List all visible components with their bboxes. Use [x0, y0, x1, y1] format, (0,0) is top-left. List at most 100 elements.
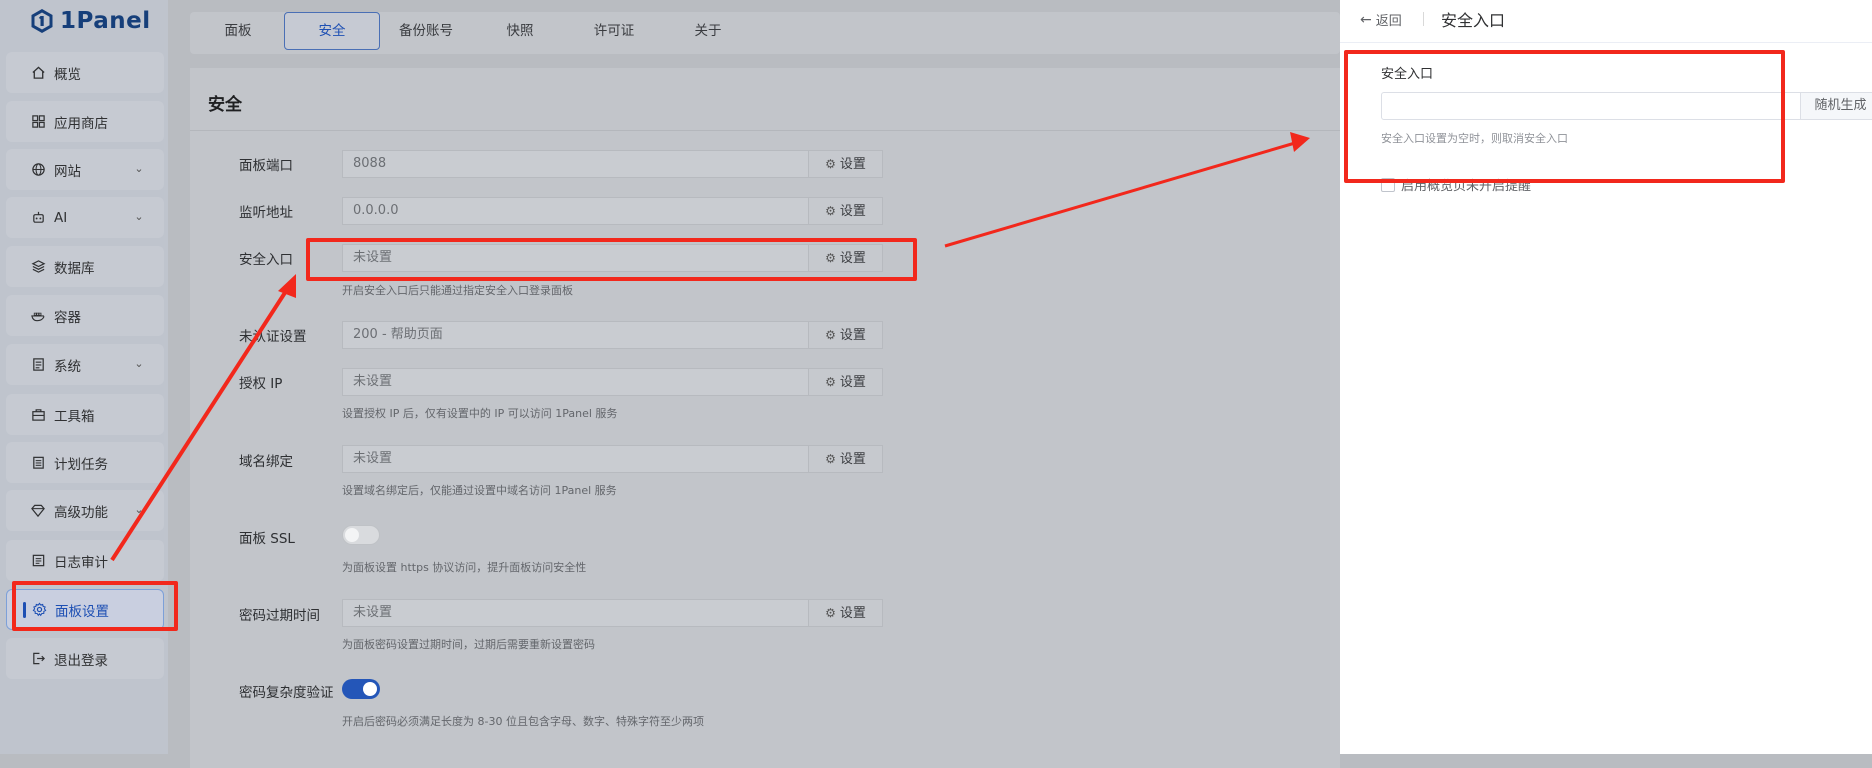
header-divider — [1423, 12, 1424, 26]
sidebar-item-database[interactable]: 数据库 — [6, 246, 164, 287]
log-icon — [30, 553, 46, 569]
domain-set-button[interactable]: ⚙ 设置 — [809, 445, 883, 473]
back-button[interactable]: ← 返回 — [1360, 10, 1402, 30]
server-icon — [30, 357, 46, 373]
expire-label: 密码过期时间 — [239, 608, 320, 624]
set-label: 设置 — [839, 452, 866, 467]
ssl-help: 为面板设置 https 协议访问，提升面板访问安全性 — [342, 561, 587, 574]
sidebar: 1Panel 概览 应用商店 网站 ⌄ AI ⌄ 数据库 容器 系统 ⌄ 工具箱… — [0, 0, 168, 754]
allow-ip-help: 设置授权 IP 后，仅有设置中的 IP 可以访问 1Panel 服务 — [342, 407, 618, 420]
set-label: 设置 — [839, 328, 866, 343]
entrance-label: 安全入口 — [239, 252, 293, 268]
gear-icon: ⚙ — [825, 452, 836, 466]
allow-ip-label: 授权 IP — [239, 376, 283, 392]
tab-security[interactable]: 安全 — [284, 12, 380, 50]
sidebar-item-label: 数据库 — [54, 260, 95, 277]
ssl-toggle[interactable] — [342, 525, 380, 545]
tab-panel[interactable]: 面板 — [190, 12, 286, 50]
gear-icon: ⚙ — [825, 204, 836, 218]
listen-field: 0.0.0.0 — [342, 197, 809, 225]
sidebar-item-advanced[interactable]: 高级功能 ⌄ — [6, 490, 164, 531]
calendar-icon — [30, 455, 46, 471]
complexity-toggle[interactable] — [342, 679, 380, 699]
sidebar-item-label: 高级功能 — [54, 504, 108, 521]
sidebar-item-label: 容器 — [54, 309, 81, 326]
toggle-knob — [345, 528, 359, 542]
tab-backup-accounts[interactable]: 备份账号 — [378, 12, 474, 50]
back-label: 返回 — [1375, 14, 1402, 29]
sidebar-item-ai[interactable]: AI ⌄ — [6, 197, 164, 238]
sidebar-item-app-store[interactable]: 应用商店 — [6, 101, 164, 142]
diamond-icon — [30, 503, 46, 519]
chevron-down-icon: ⌄ — [134, 162, 144, 175]
set-label: 设置 — [839, 606, 866, 621]
chevron-down-icon: ⌄ — [134, 503, 144, 516]
gear-icon: ⚙ — [825, 328, 836, 342]
panel-header: 安全 — [190, 68, 1340, 131]
set-label: 设置 — [839, 375, 866, 390]
whale-icon — [30, 308, 46, 324]
gear-icon: ⚙ — [825, 157, 836, 171]
domain-help: 设置域名绑定后，仅能通过设置中域名访问 1Panel 服务 — [342, 484, 617, 497]
domain-field: 未设置 — [342, 445, 809, 473]
sidebar-item-toolbox[interactable]: 工具箱 — [6, 394, 164, 435]
chevron-down-icon: ⌄ — [134, 210, 144, 223]
robot-icon — [30, 210, 46, 226]
expire-field: 未设置 — [342, 599, 809, 627]
tab-snapshot[interactable]: 快照 — [474, 12, 566, 50]
tab-about[interactable]: 关于 — [662, 12, 754, 50]
sidebar-item-label: 网站 — [54, 163, 81, 180]
app-logo[interactable]: 1Panel — [30, 6, 151, 36]
highlight-drawer-input — [1344, 50, 1785, 183]
set-label: 设置 — [839, 157, 866, 172]
tab-license[interactable]: 许可证 — [566, 12, 662, 50]
sidebar-item-cron[interactable]: 计划任务 — [6, 442, 164, 483]
unauth-set-button[interactable]: ⚙ 设置 — [809, 321, 883, 349]
domain-label: 域名绑定 — [239, 454, 293, 470]
drawer-title: 安全入口 — [1441, 11, 1506, 30]
sidebar-item-label: 日志审计 — [54, 554, 108, 571]
sidebar-item-website[interactable]: 网站 ⌄ — [6, 149, 164, 190]
sidebar-item-label: 工具箱 — [54, 408, 95, 425]
sidebar-item-label: 退出登录 — [54, 652, 108, 669]
sidebar-item-logs[interactable]: 日志审计 — [6, 540, 164, 581]
ssl-label: 面板 SSL — [239, 531, 295, 547]
port-label: 面板端口 — [239, 158, 293, 174]
expire-help: 为面板密码设置过期时间，过期后需要重新设置密码 — [342, 638, 595, 651]
allow-ip-set-button[interactable]: ⚙ 设置 — [809, 368, 883, 396]
toggle-knob — [363, 682, 377, 696]
grid-icon — [30, 114, 46, 130]
unauth-label: 未认证设置 — [239, 329, 307, 345]
sidebar-item-label: 计划任务 — [54, 456, 108, 473]
logo-text: 1Panel — [60, 8, 151, 34]
sidebar-item-label: 概览 — [54, 66, 81, 83]
entrance-help: 开启安全入口后只能通过指定安全入口登录面板 — [342, 284, 573, 297]
gear-icon: ⚙ — [825, 375, 836, 389]
highlight-panel-settings — [12, 581, 178, 631]
port-field: 8088 — [342, 150, 809, 178]
expire-set-button[interactable]: ⚙ 设置 — [809, 599, 883, 627]
allow-ip-field: 未设置 — [342, 368, 809, 396]
highlight-entrance-row — [306, 238, 917, 281]
sidebar-item-container[interactable]: 容器 — [6, 295, 164, 336]
random-generate-button[interactable]: 随机生成 — [1801, 92, 1872, 120]
complexity-label: 密码复杂度验证 — [239, 685, 334, 701]
gear-icon: ⚙ — [825, 606, 836, 620]
port-set-button[interactable]: ⚙ 设置 — [809, 150, 883, 178]
arrow-left-icon: ← — [1360, 11, 1372, 28]
complexity-help: 开启后密码必须满足长度为 8-30 位且包含字母、数字、特殊字符至少两项 — [342, 715, 704, 728]
sidebar-item-overview[interactable]: 概览 — [6, 52, 164, 93]
drawer-header: ← 返回 安全入口 — [1340, 0, 1872, 43]
settings-tabs: 面板 安全 备份账号 快照 许可证 关于 — [190, 12, 1340, 54]
sidebar-item-logout[interactable]: 退出登录 — [6, 638, 164, 679]
globe-icon — [30, 162, 46, 178]
listen-set-button[interactable]: ⚙ 设置 — [809, 197, 883, 225]
sidebar-item-system[interactable]: 系统 ⌄ — [6, 344, 164, 385]
page-title: 安全 — [208, 95, 242, 115]
listen-label: 监听地址 — [239, 205, 293, 221]
sidebar-item-label: AI — [54, 209, 68, 226]
unauth-field: 200 - 帮助页面 — [342, 321, 809, 349]
chevron-down-icon: ⌄ — [134, 357, 144, 370]
toolbox-icon — [30, 407, 46, 423]
sidebar-item-label: 系统 — [54, 358, 81, 375]
